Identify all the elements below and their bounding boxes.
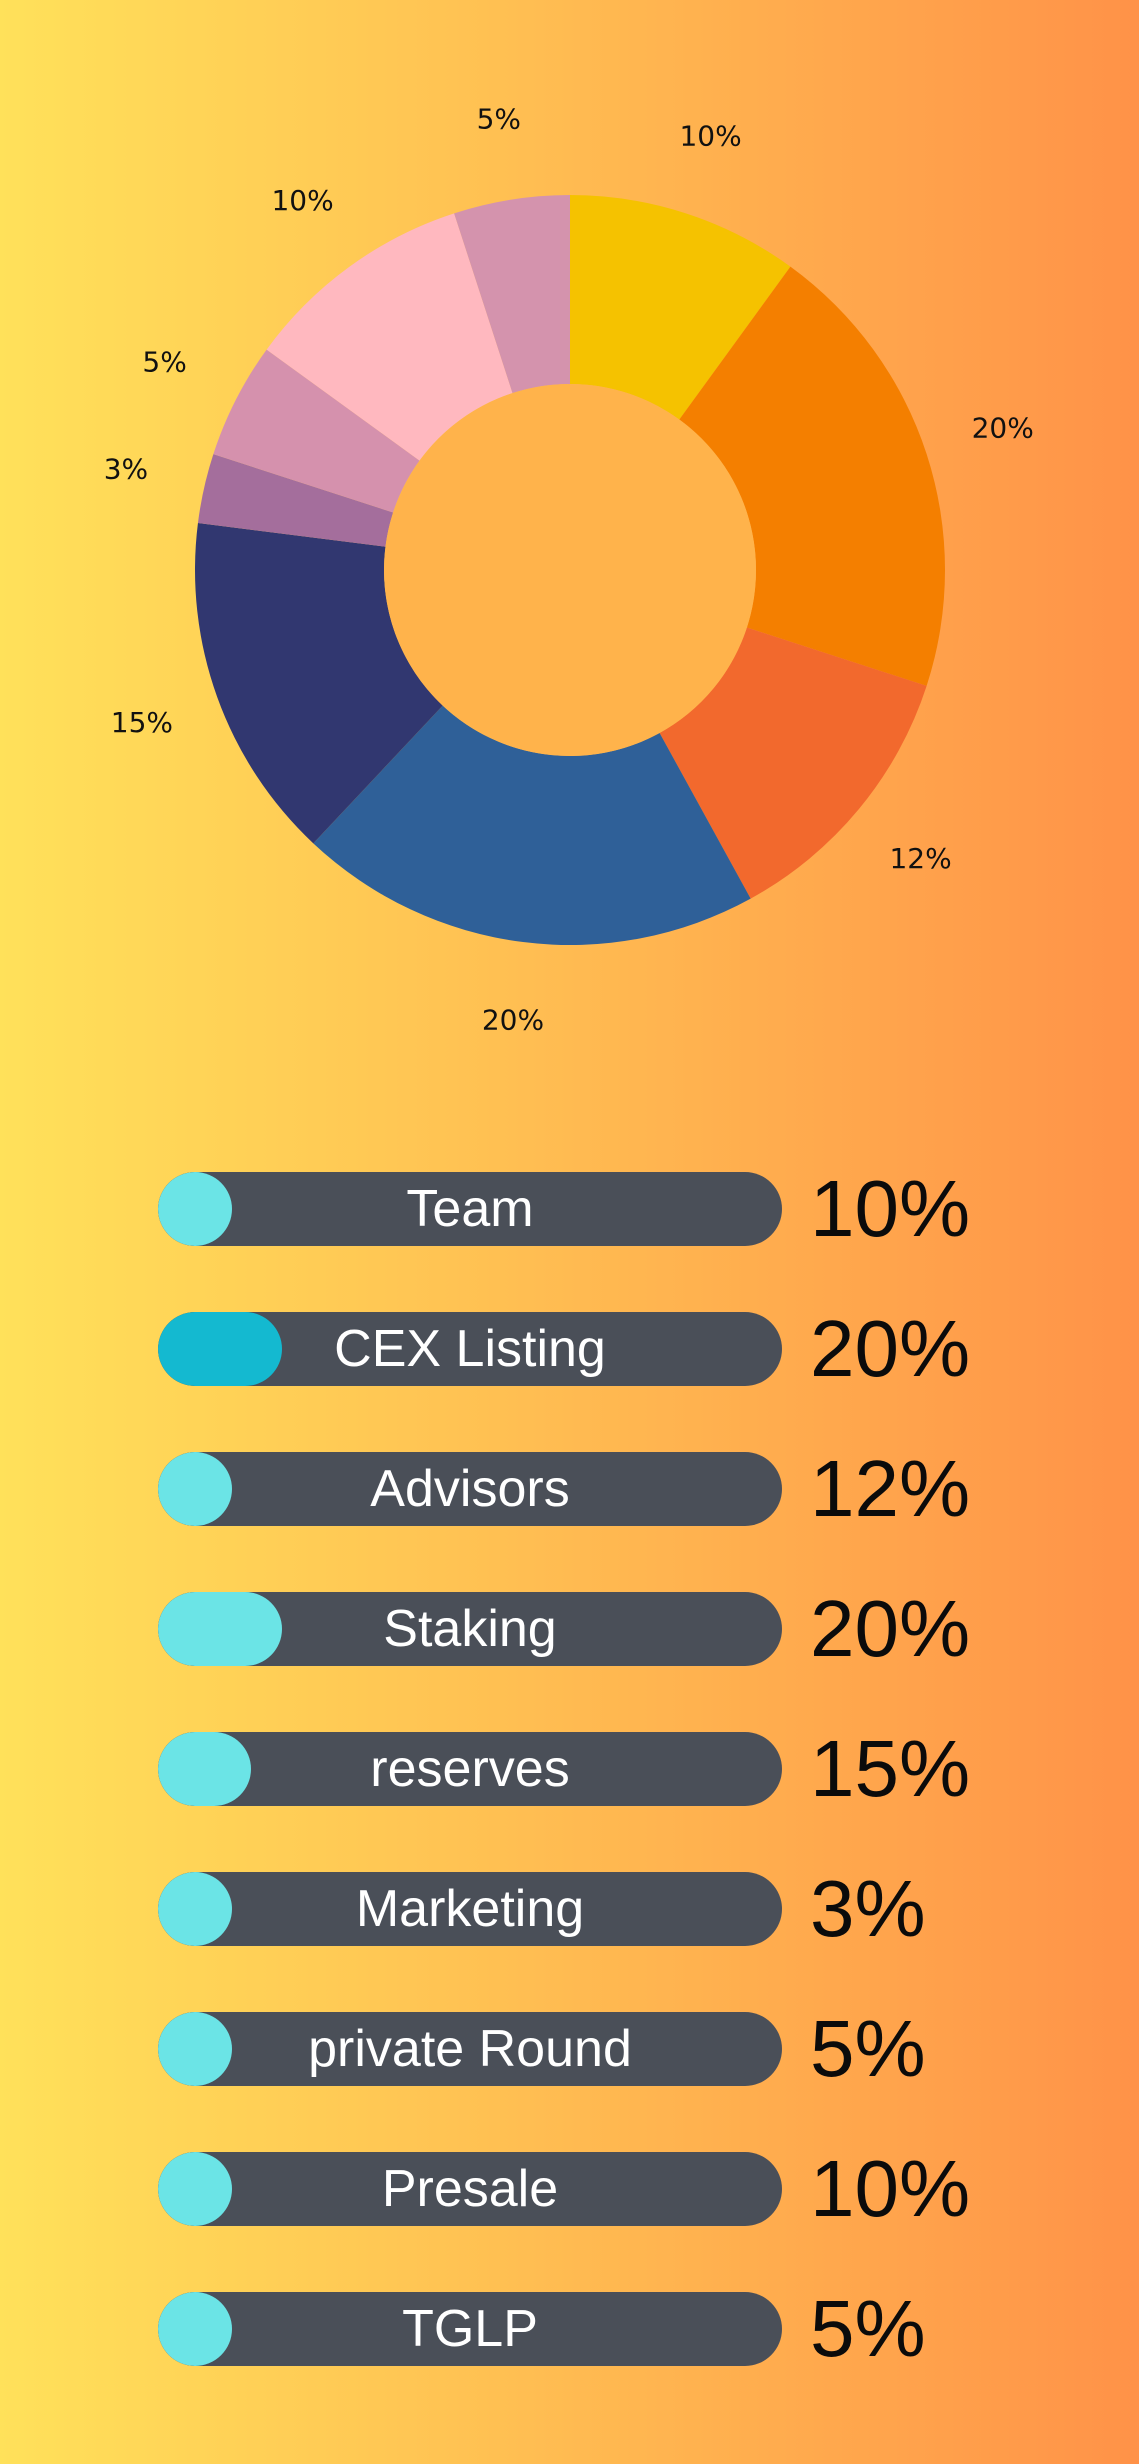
legend-bar: private Round — [158, 2012, 782, 2086]
legend-bar: TGLP — [158, 2292, 782, 2366]
legend-percent: 10% — [810, 1164, 971, 1253]
legend-bar: CEX Listing — [158, 1312, 782, 1386]
legend-row-presale: Presale 10% — [158, 2146, 1058, 2232]
donut-chart: 10% 20% 12% 20% 15% 3% 5% 10% 5% — [104, 103, 1034, 1037]
legend-row-advisors: Advisors 12% — [158, 1446, 1058, 1532]
legend-percent: 10% — [810, 2144, 971, 2233]
legend-label: private Round — [308, 2020, 632, 2078]
legend-bar: Marketing — [158, 1872, 782, 1946]
legend-row-tglp: TGLP 5% — [158, 2286, 1058, 2372]
legend-percent: 12% — [810, 1444, 971, 1533]
legend-percent: 5% — [810, 2284, 926, 2373]
slice-label: 20% — [482, 1003, 544, 1036]
legend-row-private-round: private Round 5% — [158, 2006, 1058, 2092]
donut-hole — [384, 384, 756, 756]
legend-label: Presale — [381, 2160, 559, 2218]
slice-label: 10% — [271, 184, 333, 217]
legend-label: Staking — [383, 1600, 557, 1658]
slice-label: 5% — [142, 345, 186, 378]
legend-label: Advisors — [370, 1460, 570, 1518]
legend-bar: reserves — [158, 1732, 782, 1806]
legend-bar: Staking — [158, 1592, 782, 1666]
legend-label: reserves — [370, 1740, 570, 1798]
legend-row-team: Team 10% — [158, 1166, 1058, 1252]
legend-row-reserves: reserves 15% — [158, 1726, 1058, 1812]
legend-bar: Team — [158, 1172, 782, 1246]
legend-bar: Advisors — [158, 1452, 782, 1526]
legend-bar: Presale — [158, 2152, 782, 2226]
slice-label: 15% — [111, 706, 173, 739]
slice-label: 12% — [889, 842, 951, 875]
legend-row-cex-listing: CEX Listing 20% — [158, 1306, 1058, 1392]
slice-label: 20% — [972, 411, 1034, 444]
legend-label: Marketing — [355, 1880, 585, 1938]
legend-percent: 20% — [810, 1304, 971, 1393]
legend-row-staking: Staking 20% — [158, 1586, 1058, 1672]
legend-percent: 15% — [810, 1724, 971, 1813]
slice-label: 5% — [477, 103, 521, 136]
slice-label: 10% — [679, 119, 741, 152]
legend-percent: 3% — [810, 1864, 926, 1953]
allocation-legend: Team 10% CEX Listing 20% Advisors 12% St… — [158, 1166, 1058, 2432]
slice-label: 3% — [104, 453, 148, 486]
legend-percent: 5% — [810, 2004, 926, 2093]
legend-label: Team — [406, 1180, 534, 1238]
legend-percent: 20% — [810, 1584, 971, 1673]
legend-label: TGLP — [402, 2300, 538, 2358]
legend-row-marketing: Marketing 3% — [158, 1866, 1058, 1952]
legend-label: CEX Listing — [334, 1320, 606, 1378]
